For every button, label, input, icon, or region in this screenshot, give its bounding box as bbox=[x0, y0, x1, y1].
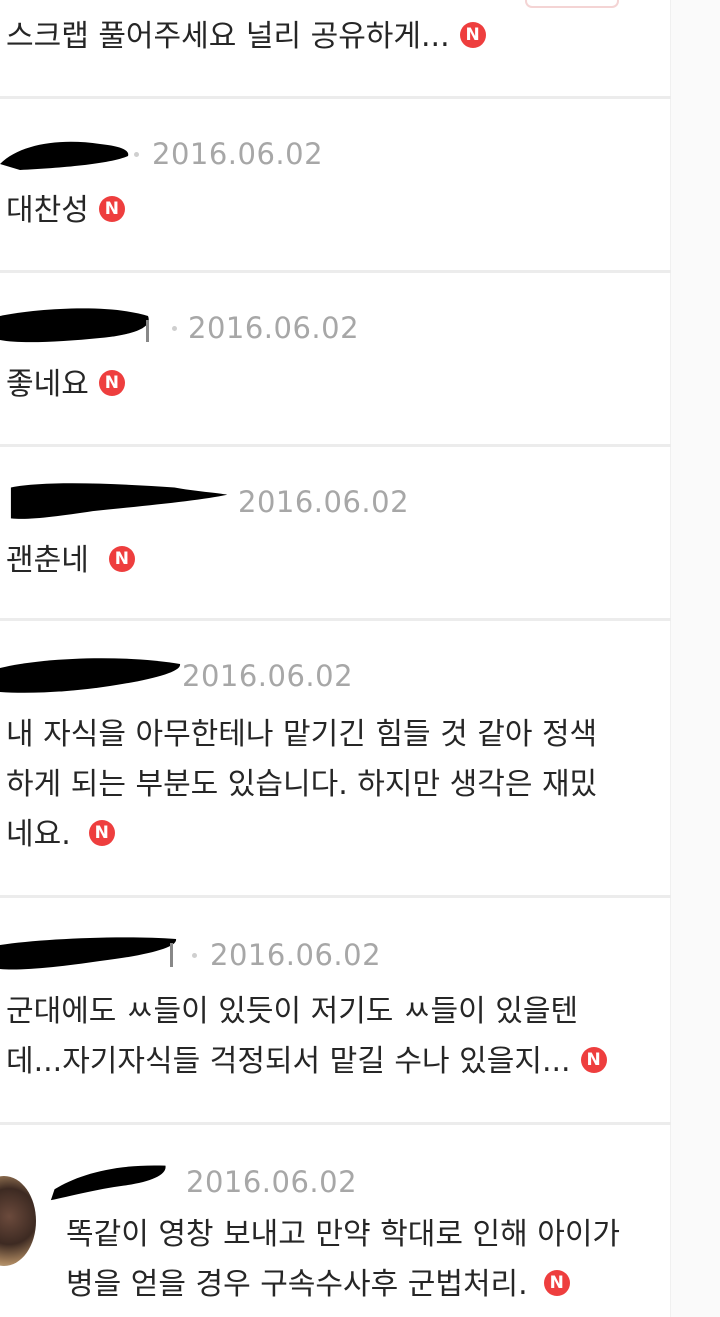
comment-line: 좋네요 bbox=[6, 367, 89, 402]
comment-date: 2016.06.02 bbox=[182, 659, 354, 693]
comment-line: 대찬성 bbox=[6, 193, 89, 228]
right-scroll-strip bbox=[670, 0, 720, 1317]
comment-date: 2016.06.02 bbox=[186, 1165, 358, 1199]
comment-header: 2016.06.02 bbox=[0, 308, 671, 348]
comment-line: 똑같이 영창 보내고 만약 학대로 인해 아이가 bbox=[66, 1217, 621, 1252]
comment-item: 2016.06.02 좋네요 N bbox=[0, 308, 671, 418]
comment-item: 2016.06.02 내 자식을 아무한테나 맡기긴 힘들 것 같아 정색 하게… bbox=[0, 656, 671, 866]
comment-text: 대찬성 N bbox=[6, 186, 656, 236]
comment-line: 스크랩 풀어주세요 널리 공유하게... bbox=[6, 19, 450, 54]
redacted-username bbox=[0, 658, 181, 693]
comment-separator bbox=[0, 444, 671, 447]
comment-text: 똑같이 영창 보내고 만약 학대로 인해 아이가 병을 얻을 경우 구속수사후 … bbox=[66, 1210, 666, 1310]
redacted-username bbox=[0, 937, 177, 970]
comment-text: 군대에도 ㅆ들이 있듯이 저기도 ㅆ들이 있을텐 데...자기자식들 걱정되서 … bbox=[6, 987, 656, 1087]
comment-date: 2016.06.02 bbox=[210, 938, 382, 972]
meta-separator-dot bbox=[172, 326, 177, 331]
new-badge-icon: N bbox=[543, 1269, 570, 1296]
new-badge-icon: N bbox=[459, 21, 486, 48]
comment-text: 괜춘네 N bbox=[6, 536, 656, 586]
meta-separator-dot bbox=[192, 953, 197, 958]
comment-header: 2016.06.02 bbox=[0, 935, 671, 975]
comment-item: 2016.06.02 똑같이 영창 보내고 만약 학대로 인해 아이가 병을 얻… bbox=[0, 1162, 671, 1312]
comment-date: 2016.06.02 bbox=[188, 311, 360, 345]
new-badge-icon: N bbox=[580, 1046, 607, 1073]
new-badge-icon: N bbox=[98, 369, 125, 396]
comment-item: 2016.06.02 군대에도 ㅆ들이 있듯이 저기도 ㅆ들이 있을텐 데...… bbox=[0, 935, 671, 1095]
new-badge-icon: N bbox=[98, 195, 125, 222]
comment-date: 2016.06.02 bbox=[238, 485, 410, 519]
new-badge-icon: N bbox=[108, 545, 135, 572]
redacted-username bbox=[0, 308, 149, 343]
new-badge-icon: N bbox=[88, 819, 115, 846]
comment-text: 내 자식을 아무한테나 맡기긴 힘들 것 같아 정색 하게 되는 부분도 있습니… bbox=[6, 710, 656, 860]
redacted-username bbox=[0, 141, 129, 170]
comment-line: 네요. bbox=[6, 817, 71, 852]
comment-header: 2016.06.02 bbox=[0, 656, 671, 696]
comment-item: 2016.06.02 괜춘네 N bbox=[0, 482, 671, 592]
comment-header: 2016.06.02 bbox=[0, 134, 671, 174]
comment-separator bbox=[0, 895, 671, 898]
comment-text: 스크랩 풀어주세요 널리 공유하게... N bbox=[6, 12, 656, 62]
comment-line: 군대에도 ㅆ들이 있듯이 저기도 ㅆ들이 있을텐 bbox=[6, 994, 579, 1029]
top-partial-button[interactable] bbox=[525, 0, 619, 8]
comment-separator bbox=[0, 618, 671, 621]
comment-separator bbox=[0, 96, 671, 99]
comment-line: 병을 얻을 경우 구속수사후 군법처리. bbox=[66, 1267, 528, 1302]
comment-text: 좋네요 N bbox=[6, 360, 656, 410]
comment-line: 하게 되는 부분도 있습니다. 하지만 생각은 재밌 bbox=[6, 767, 598, 802]
comment-item: 2016.06.02 대찬성 N bbox=[0, 134, 671, 244]
comment-date: 2016.06.02 bbox=[152, 137, 324, 171]
comment-item: 스크랩 풀어주세요 널리 공유하게... N bbox=[0, 10, 671, 70]
comment-header: 2016.06.02 bbox=[0, 482, 671, 522]
comment-line: 데...자기자식들 걱정되서 맡길 수나 있을지... bbox=[6, 1044, 571, 1079]
comment-header: 2016.06.02 bbox=[0, 1162, 671, 1202]
redacted-username bbox=[50, 1165, 166, 1201]
comment-line: 괜춘네 bbox=[6, 543, 89, 578]
meta-separator-dot bbox=[134, 152, 139, 157]
comment-separator bbox=[0, 270, 671, 273]
comment-separator bbox=[0, 1122, 671, 1125]
redacted-username bbox=[10, 483, 228, 519]
comment-line: 내 자식을 아무한테나 맡기긴 힘들 것 같아 정색 bbox=[6, 717, 598, 752]
